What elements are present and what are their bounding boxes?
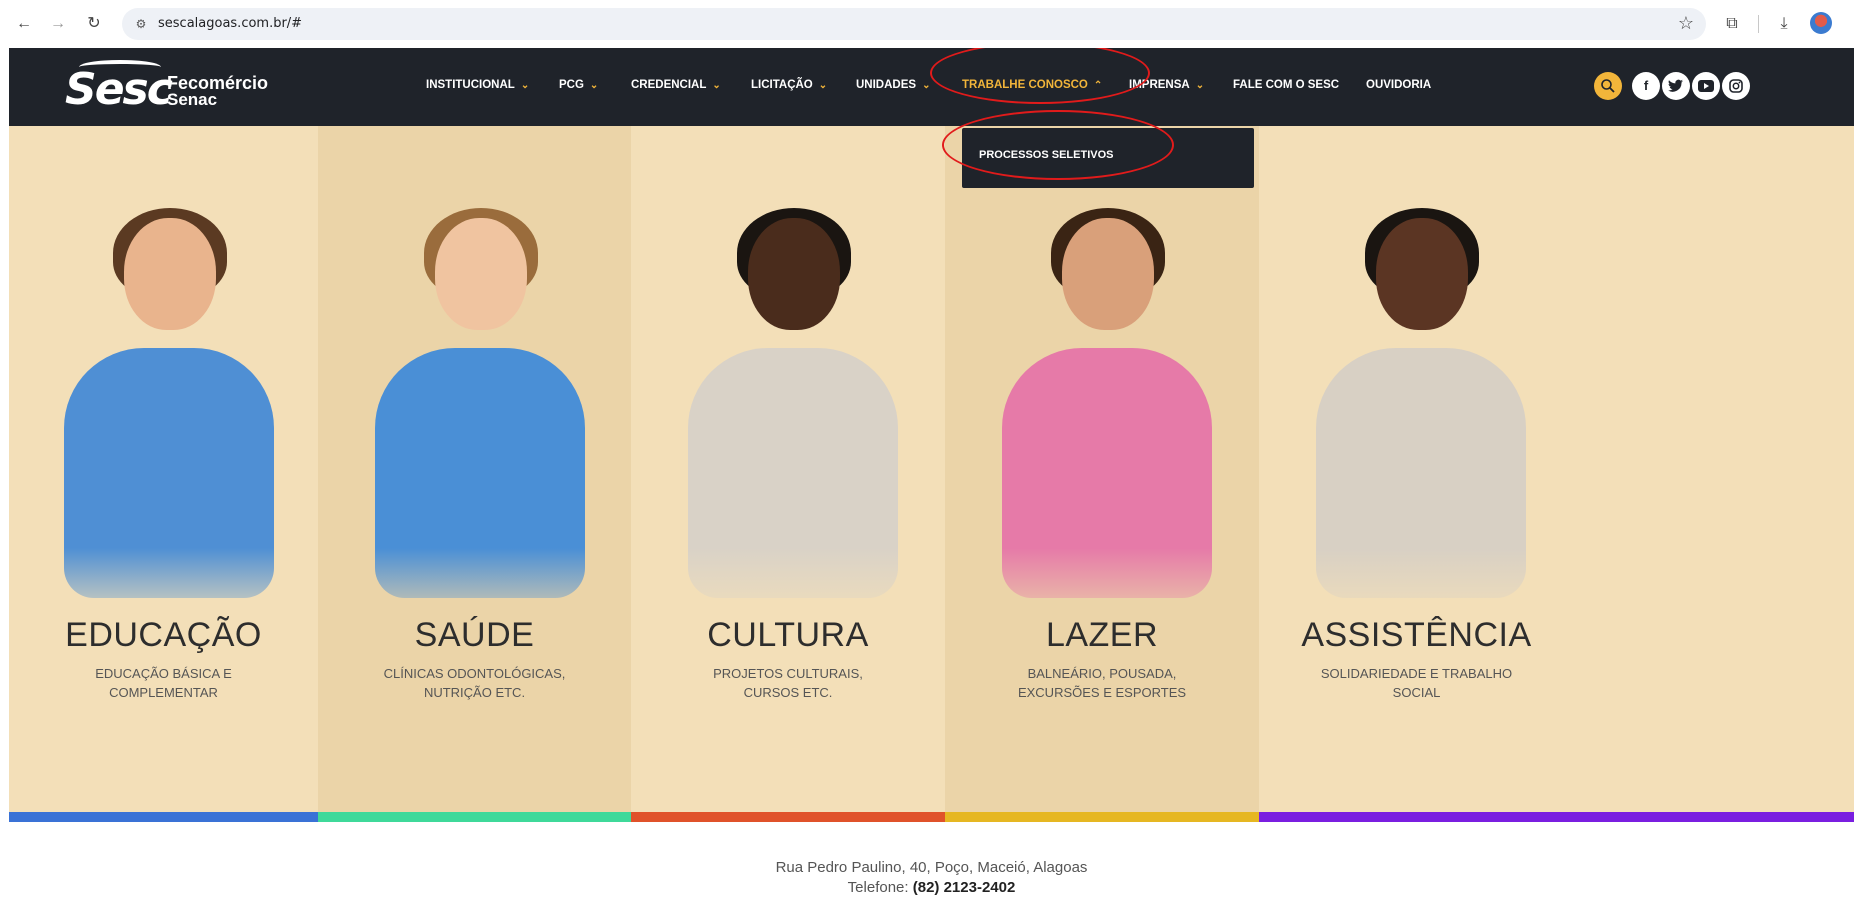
reload-icon[interactable]: ↻ bbox=[82, 12, 106, 36]
chevron-up-icon: ⌃ bbox=[1093, 80, 1103, 91]
panel-person-image bbox=[38, 208, 289, 648]
forward-icon[interactable]: → bbox=[46, 12, 70, 36]
menu-item-unidades[interactable]: UNIDADES ⌄ bbox=[856, 79, 930, 91]
panel-title: SAÚDE bbox=[414, 616, 535, 654]
chevron-down-icon: ⌄ bbox=[1195, 80, 1205, 91]
panel-subtitle-line: NUTRIÇÃO ETC. bbox=[423, 685, 526, 700]
chevron-down-icon: ⌄ bbox=[818, 80, 828, 91]
panel-color-stripe bbox=[945, 812, 1259, 822]
panel-color-stripe bbox=[318, 812, 631, 822]
menu-item-label: INSTITUCIONAL bbox=[426, 79, 515, 91]
dropdown-item-processos-seletivos[interactable]: PROCESSOS SELETIVOS bbox=[979, 149, 1113, 161]
panel-cultura[interactable]: CULTURA PROJETOS CULTURAIS, CURSOS ETC. bbox=[631, 126, 945, 822]
chevron-down-icon: ⌄ bbox=[712, 80, 721, 91]
footer-address: Rua Pedro Paulino, 40, Poço, Maceió, Ala… bbox=[775, 859, 1088, 876]
url-text[interactable]: sescalagoas.com.br/# bbox=[158, 16, 302, 31]
address-bar[interactable]: ⚙ sescalagoas.com.br/# ☆ bbox=[122, 8, 1706, 40]
panel-color-stripe bbox=[9, 812, 318, 822]
menu-item-label: UNIDADES bbox=[856, 79, 917, 91]
menu-item-label: FALE COM O SESC bbox=[1233, 79, 1340, 91]
menu-item-fale-com-o-sesc[interactable]: FALE COM O SESC bbox=[1233, 79, 1339, 91]
panel-subtitle-line: SOLIDARIEDADE E TRABALHO bbox=[1320, 666, 1513, 681]
bookmark-star-icon[interactable]: ☆ bbox=[1678, 13, 1694, 34]
panel-subtitle-line: EDUCAÇÃO BÁSICA E bbox=[95, 666, 232, 681]
site-info-icon[interactable]: ⚙ bbox=[132, 15, 150, 33]
download-icon[interactable]: ⤓ bbox=[1772, 12, 1796, 36]
panel-title: CULTURA bbox=[707, 616, 869, 654]
panel-person-image bbox=[663, 208, 913, 648]
panel-person-image bbox=[977, 208, 1227, 648]
panel-subtitle: CLÍNICAS ODONTOLÓGICAS, NUTRIÇÃO ETC. bbox=[318, 664, 631, 702]
menu-item-pcg[interactable]: PCG ⌄ bbox=[559, 79, 598, 91]
panel-saude[interactable]: SAÚDE CLÍNICAS ODONTOLÓGICAS, NUTRIÇÃO ETC… bbox=[318, 126, 631, 822]
chevron-down-icon: ⌄ bbox=[520, 80, 530, 91]
panel-subtitle: SOLIDARIEDADE E TRABALHO SOCIAL bbox=[1259, 664, 1574, 702]
browser-toolbar: ← → ↻ ⚙ sescalagoas.com.br/# ☆ ⧉ ⤓ bbox=[0, 0, 1854, 48]
instagram-icon[interactable] bbox=[1722, 72, 1750, 100]
panel-subtitle-line: SOCIAL bbox=[1392, 685, 1441, 700]
panel-title: LAZER bbox=[1045, 616, 1159, 654]
menu-item-label: LICITAÇÃO bbox=[751, 79, 813, 91]
panel-subtitle-line: EXCURSÕES E ESPORTES bbox=[1017, 685, 1187, 700]
menu-item-label: IMPRENSA bbox=[1129, 79, 1190, 91]
panel-subtitle-line: BALNEÁRIO, POUSADA, bbox=[1027, 666, 1177, 681]
panel-lazer[interactable]: LAZER BALNEÁRIO, POUSADA, EXCURSÕES E ESPO… bbox=[945, 126, 1259, 822]
panel-color-stripe bbox=[631, 812, 945, 822]
search-icon[interactable] bbox=[1594, 72, 1622, 100]
menu-item-label: CREDENCIAL bbox=[631, 79, 707, 91]
facebook-icon[interactable]: f bbox=[1632, 72, 1660, 100]
menu-item-credencial[interactable]: CREDENCIAL ⌄ bbox=[631, 79, 721, 91]
panel-subtitle: PROJETOS CULTURAIS, CURSOS ETC. bbox=[631, 664, 945, 702]
site-footer: Rua Pedro Paulino, 40, Poço, Maceió, Ala… bbox=[9, 858, 1854, 898]
menu-item-institucional[interactable]: INSTITUCIONAL ⌄ bbox=[426, 79, 529, 91]
panel-assistencia[interactable]: ASSISTÊNCIA SOLIDARIEDADE E TRABALHO SOCIA… bbox=[1259, 126, 1854, 822]
panel-educacao[interactable]: EDUCAÇÃO EDUCAÇÃO BÁSICA E COMPLEMENTAR bbox=[9, 126, 318, 822]
panel-subtitle: BALNEÁRIO, POUSADA, EXCURSÕES E ESPORTES bbox=[945, 664, 1259, 702]
category-panels: EDUCAÇÃO EDUCAÇÃO BÁSICA E COMPLEMENTAR SAÚ… bbox=[9, 126, 1854, 822]
panel-subtitle-line: CURSOS ETC. bbox=[743, 685, 833, 700]
panel-title: EDUCAÇÃO bbox=[65, 616, 262, 654]
logo-sesc-text: Sesc bbox=[65, 64, 173, 115]
chevron-down-icon: ⌄ bbox=[589, 80, 599, 91]
panel-title: ASSISTÊNCIA bbox=[1301, 616, 1532, 654]
panel-person-image bbox=[349, 208, 600, 648]
toolbar-divider bbox=[1758, 15, 1759, 33]
menu-item-ouvidoria[interactable]: OUVIDORIA bbox=[1366, 79, 1431, 91]
menu-item-label: TRABALHE CONOSCO bbox=[962, 79, 1088, 91]
panel-person-image bbox=[1291, 208, 1541, 648]
extensions-icon[interactable]: ⧉ bbox=[1720, 12, 1744, 36]
menu-item-label: OUVIDORIA bbox=[1366, 79, 1432, 91]
youtube-icon[interactable] bbox=[1692, 72, 1720, 100]
profile-avatar[interactable] bbox=[1810, 12, 1832, 34]
chevron-down-icon: ⌄ bbox=[922, 80, 931, 91]
site-header: Sesc Fecomércio Senac INSTITUCIONAL ⌄ PCG ⌄… bbox=[9, 48, 1854, 126]
logo-fecomercio-text: Fecomércio bbox=[167, 73, 269, 93]
panel-subtitle-line: PROJETOS CULTURAIS, bbox=[713, 666, 863, 681]
web-page: Sesc Fecomércio Senac INSTITUCIONAL ⌄ PCG ⌄… bbox=[9, 48, 1854, 918]
panel-subtitle: EDUCAÇÃO BÁSICA E COMPLEMENTAR bbox=[9, 664, 318, 702]
menu-item-label: PCG bbox=[559, 79, 584, 91]
footer-phone-number[interactable]: (82) 2123-2402 bbox=[913, 879, 1016, 896]
back-icon[interactable]: ← bbox=[12, 12, 36, 36]
menu-item-trabalhe-conosco[interactable]: TRABALHE CONOSCO ⌃ bbox=[962, 79, 1102, 91]
panel-subtitle-line: COMPLEMENTAR bbox=[109, 685, 218, 700]
menu-item-licita-o[interactable]: LICITAÇÃO ⌄ bbox=[751, 79, 827, 91]
twitter-icon[interactable] bbox=[1662, 72, 1690, 100]
footer-phone-label: Telefone: bbox=[847, 879, 909, 896]
panel-color-stripe bbox=[1259, 812, 1854, 822]
menu-item-imprensa[interactable]: IMPRENSA ⌄ bbox=[1129, 79, 1204, 91]
logo-senac-text: Senac bbox=[167, 90, 218, 109]
trabalhe-conosco-dropdown: PROCESSOS SELETIVOS bbox=[962, 128, 1254, 188]
footer-phone: Telefone: (82) 2123-2402 bbox=[9, 878, 1854, 898]
panel-subtitle-line: CLÍNICAS ODONTOLÓGICAS, bbox=[383, 666, 566, 681]
